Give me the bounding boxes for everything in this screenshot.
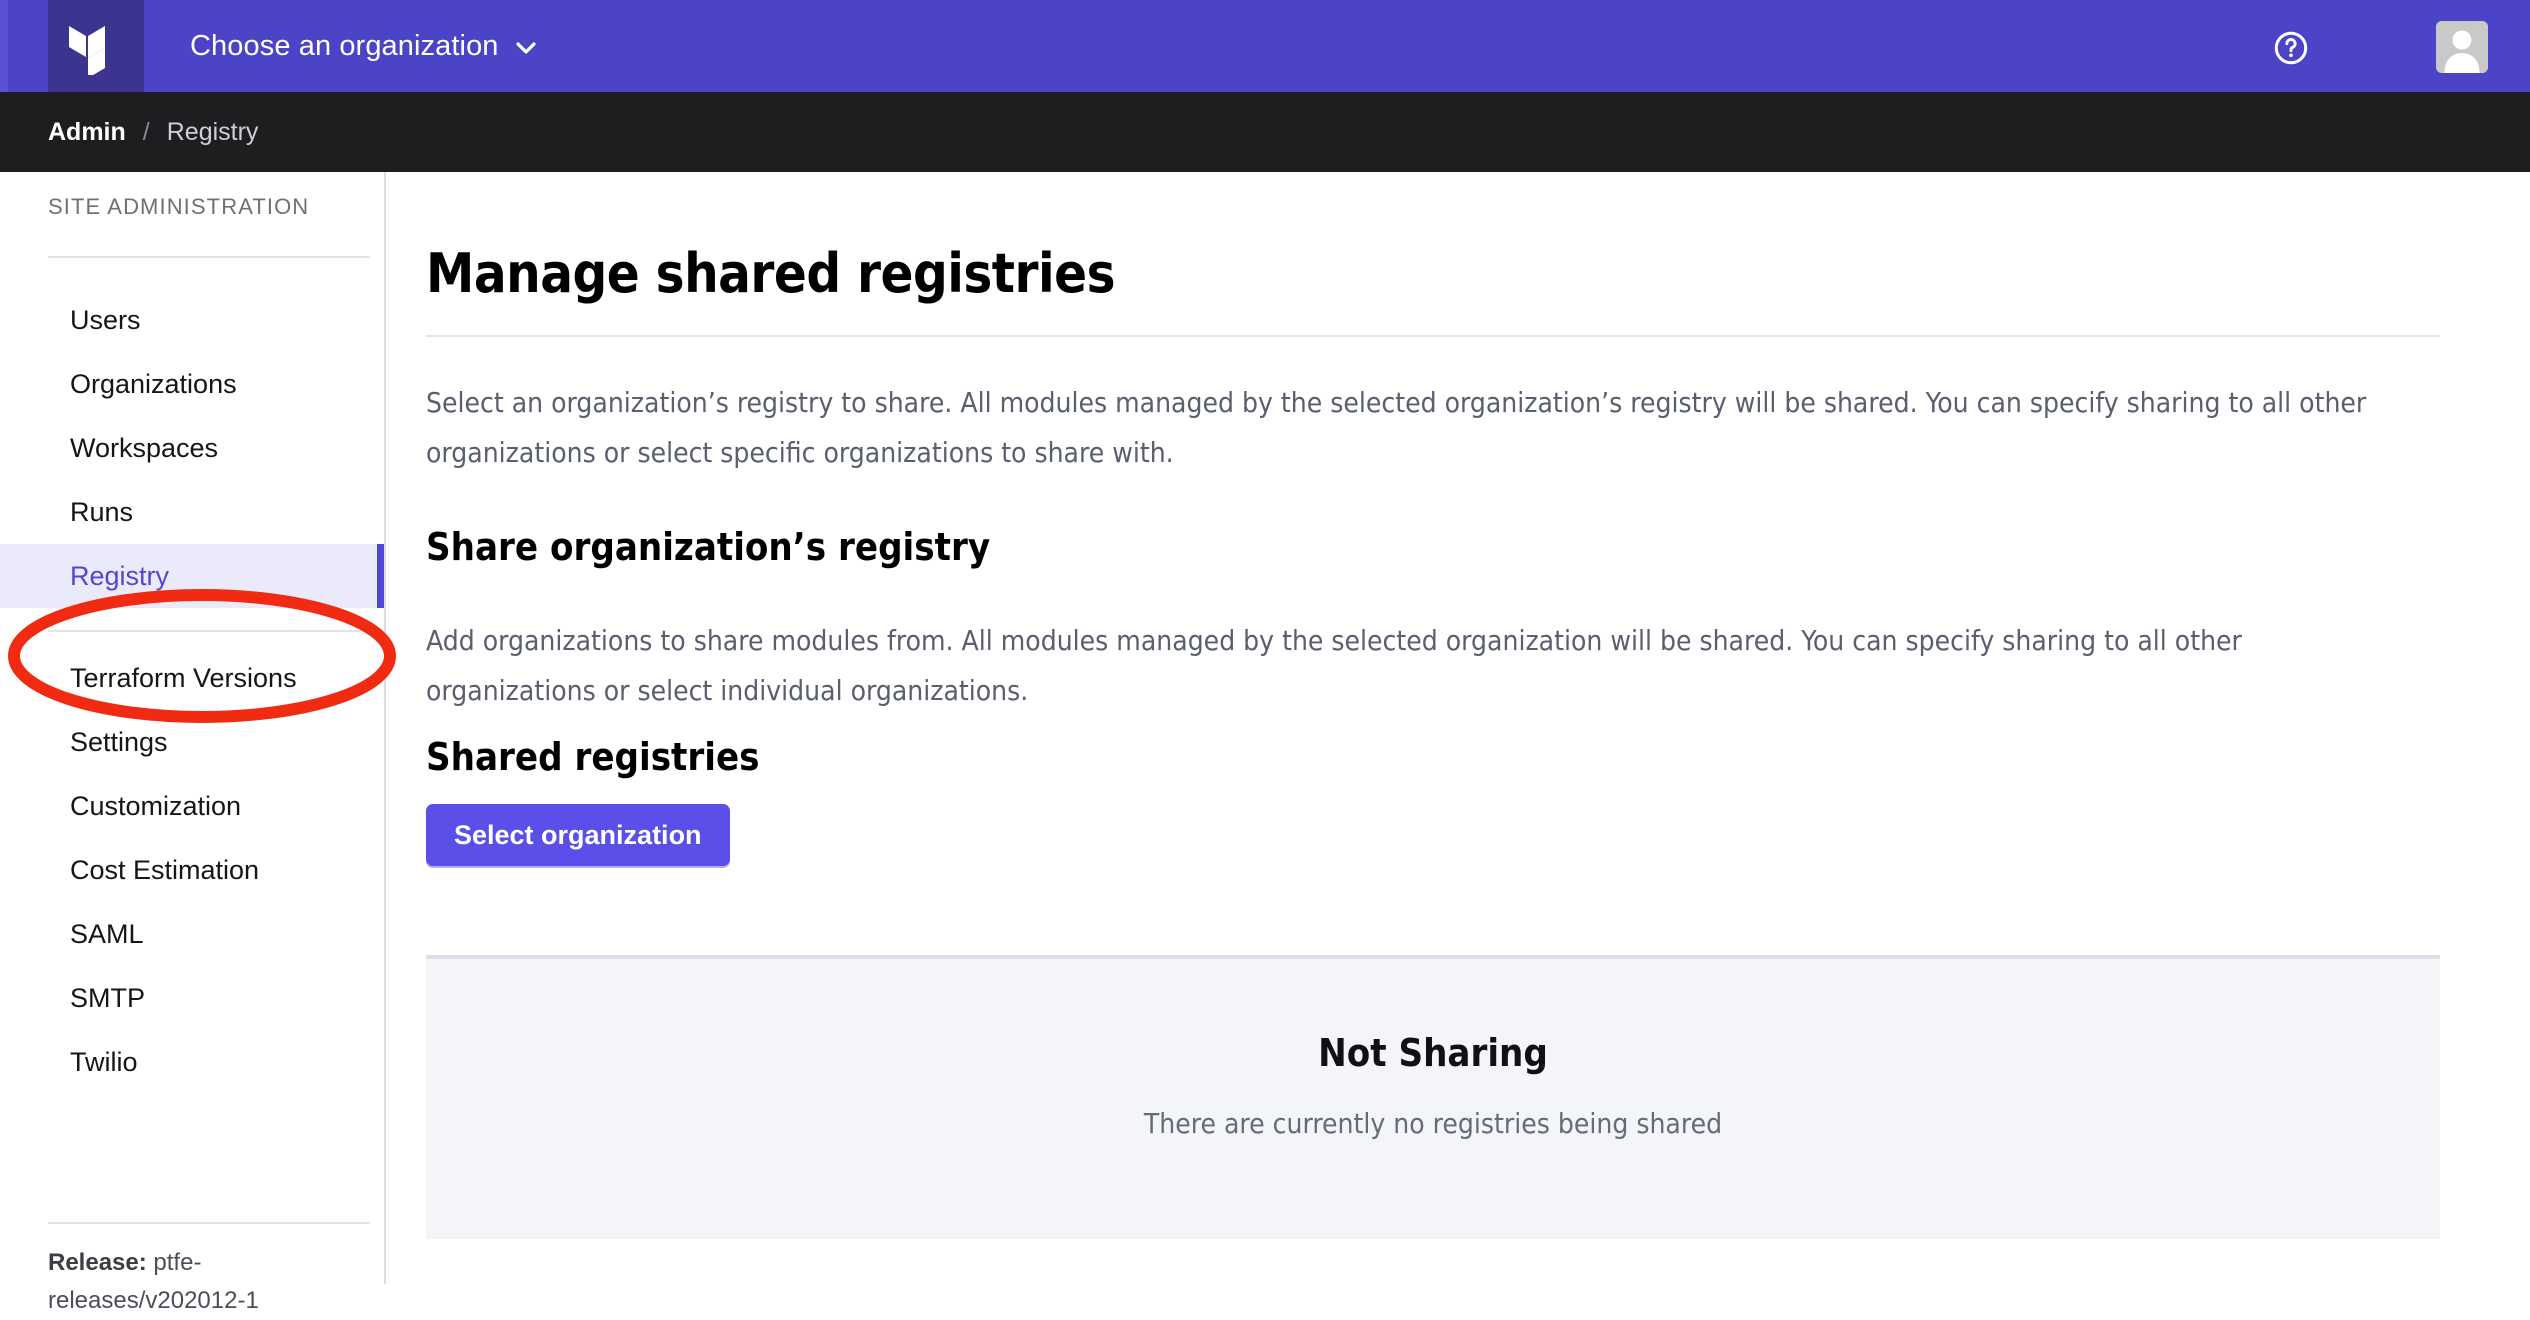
sidebar-item-workspaces[interactable]: Workspaces	[0, 416, 384, 480]
sidebar-item-label: Customization	[70, 790, 242, 821]
sidebar-item-label: Cost Estimation	[70, 854, 260, 885]
sidebar-divider-top	[48, 256, 370, 258]
sidebar: SITE ADMINISTRATION Users Organizations …	[0, 172, 386, 1314]
organization-chooser-label: Choose an organization	[190, 29, 499, 62]
sidebar-item-label: Settings	[70, 726, 168, 757]
sidebar-item-label: SAML	[70, 918, 144, 949]
sidebar-item-twilio[interactable]: Twilio	[0, 1030, 384, 1094]
sidebar-divider-middle	[48, 630, 370, 632]
terraform-logo-icon[interactable]	[48, 0, 144, 92]
sidebar-item-label: Users	[70, 304, 141, 335]
sidebar-item-saml[interactable]: SAML	[0, 902, 384, 966]
select-organization-button[interactable]: Select organization	[426, 804, 730, 866]
sidebar-item-users[interactable]: Users	[0, 288, 384, 352]
breadcrumb-separator: /	[142, 117, 150, 146]
organization-chooser[interactable]: Choose an organization	[190, 0, 538, 92]
sidebar-item-terraform-versions[interactable]: Terraform Versions	[0, 646, 384, 710]
release-version: Release: ptfe-releases/v202012-1	[48, 1244, 358, 1320]
sidebar-item-cost-estimation[interactable]: Cost Estimation	[0, 838, 384, 902]
intro-paragraph: Select an organization’s registry to sha…	[426, 386, 2367, 469]
sidebar-item-label: Runs	[70, 496, 134, 527]
page-title: Manage shared registries	[426, 242, 1116, 305]
sidebar-item-smtp[interactable]: SMTP	[0, 966, 384, 1030]
sidebar-item-label: Terraform Versions	[70, 662, 297, 693]
user-avatar-icon[interactable]	[2436, 21, 2488, 73]
sidebar-item-organizations[interactable]: Organizations	[0, 352, 384, 416]
share-section-paragraph: Add organizations to share modules from.…	[426, 624, 2242, 707]
empty-state-subtitle: There are currently no registries being …	[1143, 1107, 1723, 1140]
help-circle-icon[interactable]	[2272, 29, 2310, 67]
sidebar-item-label: Workspaces	[70, 432, 219, 463]
sidebar-item-customization[interactable]: Customization	[0, 774, 384, 838]
main-content: Manage shared registries Select an organ…	[388, 172, 2530, 1284]
sidebar-item-runs[interactable]: Runs	[0, 480, 384, 544]
sidebar-section-title: SITE ADMINISTRATION	[48, 194, 310, 219]
sidebar-item-label: Registry	[70, 560, 170, 591]
release-label: Release:	[48, 1249, 147, 1276]
page-title-divider	[426, 335, 2440, 337]
empty-state-title: Not Sharing	[1318, 1031, 1548, 1075]
breadcrumb: Admin / Registry	[0, 92, 2530, 172]
chevron-down-icon	[514, 36, 538, 60]
sidebar-divider-bottom	[48, 1222, 370, 1224]
sidebar-item-label: Twilio	[70, 1046, 138, 1077]
breadcrumb-item-admin[interactable]: Admin	[48, 118, 126, 147]
share-section-heading: Share organization’s registry	[426, 525, 991, 569]
shared-registries-heading: Shared registries	[426, 735, 760, 779]
sidebar-item-settings[interactable]: Settings	[0, 710, 384, 774]
breadcrumb-item-registry: Registry	[166, 117, 259, 146]
top-navigation-bar: Choose an organization	[0, 0, 2530, 92]
sidebar-item-label: SMTP	[70, 982, 146, 1013]
shared-registries-empty-panel: Not Sharing There are currently no regis…	[426, 955, 2440, 1239]
topbar-left-accent	[0, 0, 8, 92]
sidebar-item-registry[interactable]: Registry	[0, 544, 384, 608]
sidebar-item-label: Organizations	[70, 368, 237, 399]
